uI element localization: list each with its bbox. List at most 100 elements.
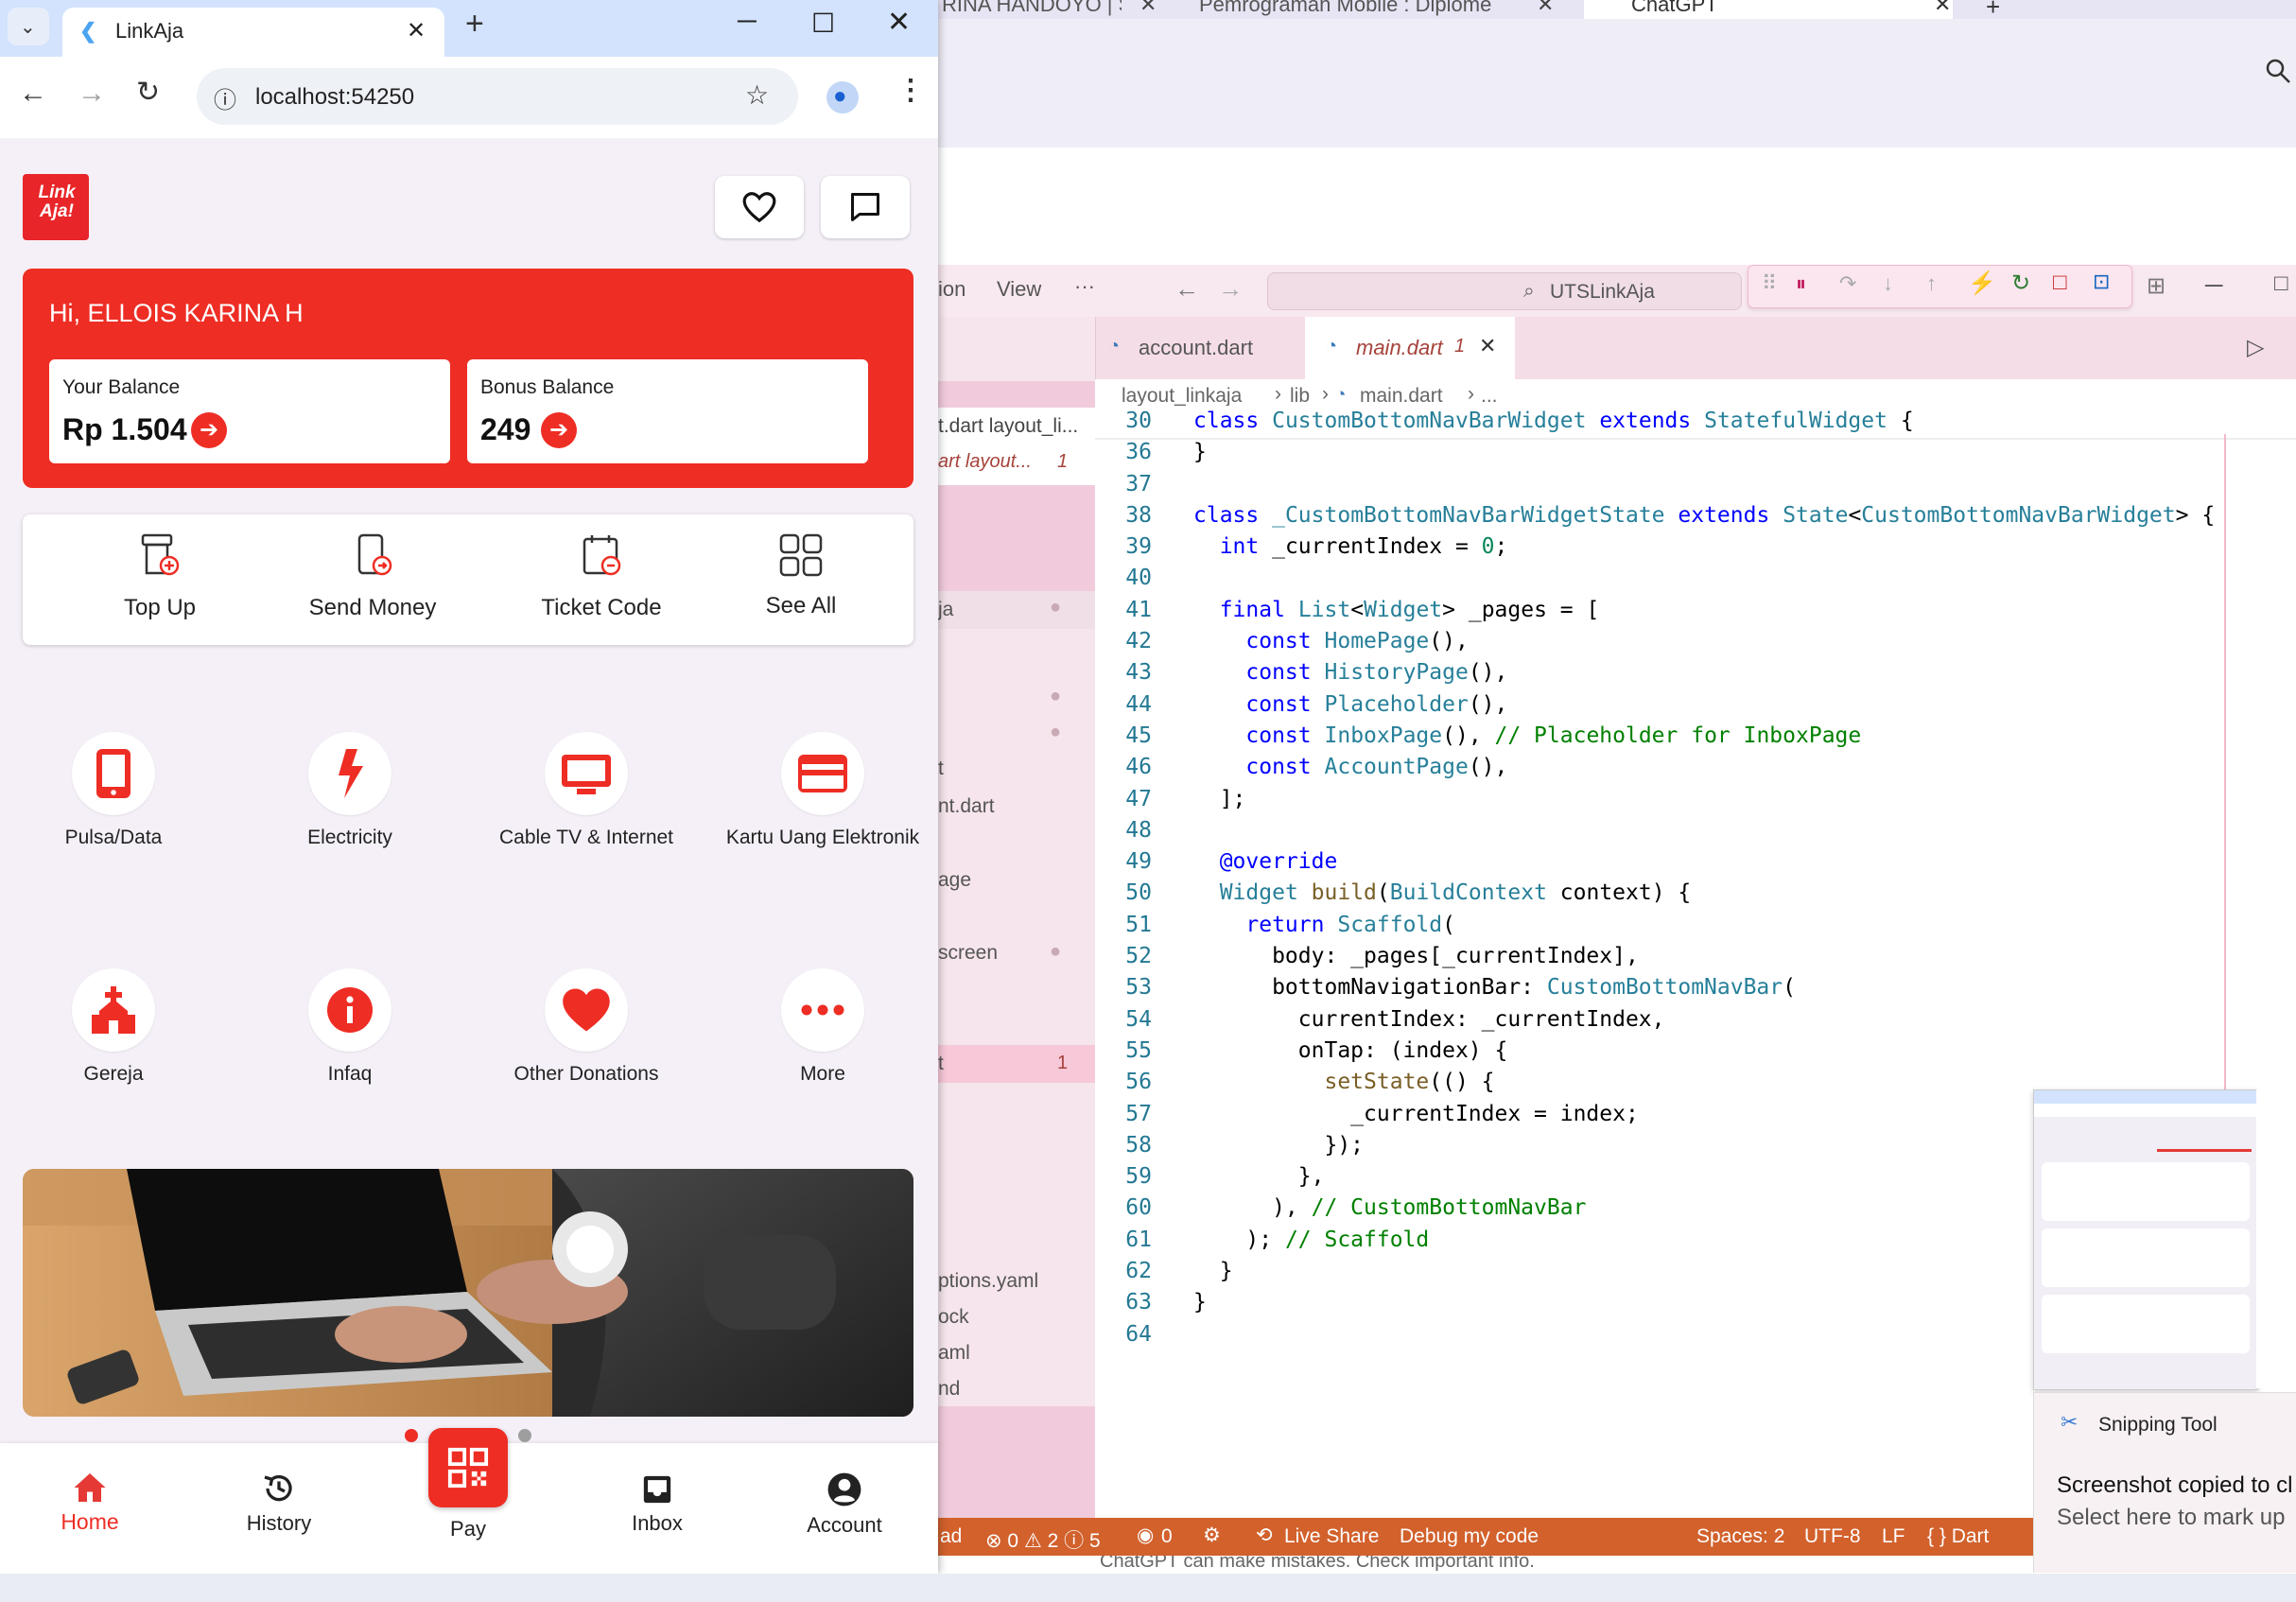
encoding-status[interactable]: UTF-8 — [1804, 1525, 1861, 1548]
code-line[interactable]: 37 — [1095, 469, 2268, 500]
command-search[interactable]: ⌕ UTSLinkAja — [1267, 272, 1742, 310]
code-line[interactable]: 42 const HomePage(), — [1095, 626, 2268, 657]
close-icon[interactable]: ✕ — [1479, 334, 1496, 358]
code-line[interactable]: 45 const InboxPage(), // Placeholder for… — [1095, 721, 2268, 752]
close-window-icon[interactable]: ✕ — [887, 6, 911, 39]
debug-icon[interactable]: ⚙ — [1203, 1524, 1221, 1547]
menu-item[interactable]: ion — [938, 277, 965, 302]
nav-account[interactable]: Account — [751, 1471, 938, 1538]
back-arrow-icon[interactable]: ← — [1174, 274, 1199, 304]
status-item[interactable]: ad — [940, 1525, 962, 1548]
service-infaq[interactable]: Infaq — [236, 968, 463, 1086]
new-tab-icon[interactable]: + — [465, 6, 484, 43]
menu-more[interactable]: ··· — [1074, 274, 1095, 299]
sidebar-item-label[interactable]: nt.dart — [938, 795, 995, 818]
breadcrumb-item[interactable]: layout_linkaja — [1122, 385, 1242, 408]
tab-close-icon[interactable]: ✕ — [1934, 0, 1951, 17]
code-line[interactable]: 44 const Placeholder(), — [1095, 689, 2268, 721]
code-line[interactable]: 53 bottomNavigationBar: CustomBottomNavB… — [1095, 972, 2268, 1003]
restart-icon[interactable]: ↻ — [2011, 270, 2030, 297]
code-line[interactable]: 36} — [1095, 437, 2268, 468]
maximize-icon[interactable]: □ — [2274, 270, 2288, 297]
layout-icon[interactable]: ⊞ — [2147, 272, 2166, 300]
ports-count[interactable]: 0 — [1161, 1525, 1173, 1548]
debug-status[interactable]: Debug my code — [1400, 1525, 1539, 1548]
service-electricity[interactable]: Electricity — [236, 732, 463, 849]
stop-icon[interactable]: □ — [2053, 270, 2067, 296]
breadcrumb-item[interactable]: main.dart — [1360, 385, 1443, 408]
nav-history[interactable]: History — [185, 1471, 373, 1536]
tab-main-dart[interactable]: ◔ main.dart 1 ✕ — [1305, 317, 1515, 379]
indentation-status[interactable]: Spaces: 2 — [1696, 1525, 1784, 1548]
service-pulsa[interactable]: Pulsa/Data — [0, 732, 227, 849]
inspect-icon[interactable]: ⊡ — [2093, 270, 2110, 294]
background-tab[interactable]: Pemrograman Mobile : Diplome — [1199, 0, 1551, 17]
tab-account-dart[interactable]: ◔ account.dart — [1095, 317, 1305, 379]
nav-inbox[interactable]: Inbox — [564, 1473, 751, 1536]
favorite-button[interactable] — [715, 176, 804, 238]
bonus-box[interactable]: Bonus Balance 249 ➔ — [467, 359, 868, 463]
menu-top-up[interactable]: Top Up — [79, 531, 240, 621]
balance-box[interactable]: Your Balance Rp 1.504 ➔ — [49, 359, 450, 463]
code-line[interactable]: 41 final List<Widget> _pages = [ — [1095, 595, 2268, 626]
step-over-icon[interactable]: ↷ — [1839, 271, 1856, 296]
tab-search-button[interactable]: ⌄ — [8, 8, 49, 45]
forward-arrow-icon[interactable]: → — [1218, 274, 1243, 304]
arrow-right-icon[interactable]: ➔ — [191, 412, 227, 448]
address-bar[interactable]: ⓘ localhost:54250 ☆ — [197, 68, 798, 125]
tab-close-icon[interactable]: ✕ — [1537, 0, 1557, 17]
carousel-dot-active[interactable] — [405, 1429, 418, 1442]
hot-reload-icon[interactable]: ⚡ — [1968, 270, 1996, 297]
nav-pay[interactable]: Pay — [374, 1428, 562, 1541]
snipping-tool-notification[interactable]: ✂ Snipping Tool Screenshot copied to cl … — [2033, 1392, 2296, 1573]
sidebar-item[interactable]: t 1 — [938, 1045, 1095, 1083]
background-active-tab[interactable]: ChatGPT ✕ — [1584, 0, 1953, 19]
promo-banner[interactable] — [23, 1169, 913, 1417]
zoom-icon[interactable] — [2264, 57, 2292, 90]
site-info-icon[interactable]: ⓘ — [214, 81, 236, 114]
close-icon[interactable]: ✕ — [407, 17, 426, 44]
code-line[interactable]: 43 const HistoryPage(), — [1095, 657, 2268, 688]
bookmark-star-icon[interactable]: ☆ — [745, 79, 769, 111]
nav-home[interactable]: Home — [0, 1471, 183, 1535]
sidebar-item-label[interactable]: t — [938, 757, 944, 780]
code-line[interactable]: 47 ]; — [1095, 784, 2268, 815]
code-line[interactable]: 40 — [1095, 563, 2268, 594]
service-more[interactable]: More — [709, 968, 936, 1086]
background-tab[interactable]: RINA HANDOYO | Sp — [942, 0, 1122, 17]
code-line[interactable]: 51 return Scaffold( — [1095, 910, 2268, 941]
kebab-menu-icon[interactable]: ⋮ — [896, 74, 925, 107]
service-other-donations[interactable]: Other Donations — [473, 968, 700, 1086]
eol-status[interactable]: LF — [1882, 1525, 1905, 1548]
code-line[interactable]: 52 body: _pages[_currentIndex], — [1095, 941, 2268, 972]
profile-icon[interactable]: ● — [826, 81, 859, 113]
live-share-button[interactable]: Live Share — [1284, 1525, 1379, 1548]
sidebar-item-label[interactable]: ptions.yaml — [938, 1270, 1038, 1293]
forward-icon[interactable]: → — [78, 78, 106, 110]
sidebar-item[interactable]: ja ● — [938, 591, 1095, 629]
code-line[interactable]: 38 class _CustomBottomNavBarWidgetState e… — [1095, 500, 2268, 531]
carousel-dot[interactable] — [518, 1429, 531, 1442]
code-line[interactable]: 48 — [1095, 815, 2268, 846]
arrow-right-icon[interactable]: ➔ — [541, 412, 577, 448]
code-line[interactable]: 49 @override — [1095, 846, 2268, 878]
code-line[interactable]: 54 currentIndex: _currentIndex, — [1095, 1004, 2268, 1036]
menu-ticket-code[interactable]: Ticket Code — [507, 531, 696, 621]
sidebar-item-label[interactable]: ock — [938, 1306, 969, 1329]
run-icon[interactable]: ▷ — [2247, 334, 2264, 361]
menu-see-all[interactable]: See All — [730, 531, 872, 619]
code-line[interactable]: 30 class CustomBottomNavBarWidget extends… — [1095, 406, 2268, 437]
sidebar-item-label[interactable]: aml — [938, 1342, 970, 1365]
menu-send-money[interactable]: Send Money — [278, 531, 467, 621]
maximize-icon[interactable]: ☐ — [811, 8, 835, 39]
screenshot-thumbnail[interactable] — [2033, 1089, 2258, 1390]
sidebar-open-file[interactable]: t.dart layout_li... art layout... 1 — [938, 408, 1095, 485]
back-icon[interactable]: ← — [19, 78, 47, 110]
sidebar-item-label[interactable]: screen — [938, 942, 998, 965]
sidebar-item-label[interactable]: nd — [938, 1378, 960, 1401]
minimize-icon[interactable]: ─ — [2205, 270, 2222, 300]
pause-icon[interactable]: ⏸ — [1796, 271, 1806, 296]
messages-button[interactable] — [821, 176, 910, 238]
service-gereja[interactable]: Gereja — [0, 968, 227, 1086]
sidebar-item-label[interactable]: age — [938, 869, 971, 892]
